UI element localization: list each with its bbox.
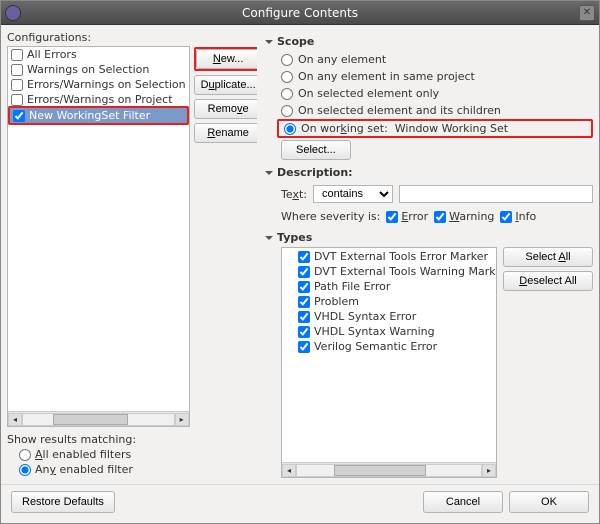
types-item-checkbox[interactable] bbox=[298, 311, 310, 323]
horizontal-scrollbar[interactable]: ◂ ▸ bbox=[8, 411, 189, 426]
config-item[interactable]: Warnings on Selection bbox=[8, 62, 189, 77]
scroll-thumb[interactable] bbox=[334, 465, 426, 476]
severity-label: Where severity is: bbox=[281, 210, 380, 223]
dialog-body: Configurations: All Errors Warnings on S… bbox=[1, 25, 599, 484]
types-list[interactable]: DVT External Tools Error Marker DVT Exte… bbox=[281, 247, 497, 478]
config-item-label: All Errors bbox=[27, 48, 77, 61]
scope-selected-only-radio[interactable] bbox=[281, 88, 293, 100]
matching-all-radio[interactable] bbox=[19, 449, 31, 461]
scroll-thumb[interactable] bbox=[53, 414, 128, 425]
restore-defaults-button[interactable]: Restore Defaults bbox=[11, 491, 115, 513]
config-item[interactable]: Errors/Warnings on Project bbox=[8, 92, 189, 107]
configurations-list[interactable]: All Errors Warnings on Selection Errors/… bbox=[7, 46, 190, 427]
types-item-checkbox[interactable] bbox=[298, 281, 310, 293]
types-item-checkbox[interactable] bbox=[298, 251, 310, 263]
description-text-input[interactable] bbox=[399, 185, 593, 203]
types-item[interactable]: Path File Error bbox=[282, 279, 496, 294]
types-item-checkbox[interactable] bbox=[298, 326, 310, 338]
cancel-button[interactable]: Cancel bbox=[423, 491, 503, 513]
new-button[interactable]: New... bbox=[196, 49, 257, 69]
config-item[interactable]: All Errors bbox=[8, 47, 189, 62]
types-item-label: DVT External Tools Error Marker bbox=[314, 250, 488, 263]
config-item-checkbox[interactable] bbox=[11, 94, 23, 106]
scope-any-radio[interactable] bbox=[281, 54, 293, 66]
types-header[interactable]: Types bbox=[265, 231, 593, 244]
description-header[interactable]: Description: bbox=[265, 166, 593, 179]
types-item-label: VHDL Syntax Error bbox=[314, 310, 416, 323]
configurations-panel: Configurations: All Errors Warnings on S… bbox=[7, 31, 190, 427]
matching-all-label: All enabled filters bbox=[35, 448, 131, 461]
window-title: Configure Contents bbox=[1, 6, 599, 20]
types-item[interactable]: Problem bbox=[282, 294, 496, 309]
scope-any-label: On any element bbox=[298, 53, 386, 66]
types-item-label: Problem bbox=[314, 295, 359, 308]
types-item-label: Verilog Semantic Error bbox=[314, 340, 437, 353]
severity-warning-label: Warning bbox=[449, 210, 494, 223]
config-item-label: New WorkingSet Filter bbox=[29, 109, 150, 122]
config-item-checkbox[interactable] bbox=[11, 64, 23, 76]
config-item-checkbox[interactable] bbox=[11, 79, 23, 91]
severity-error-checkbox[interactable] bbox=[386, 211, 398, 223]
matching-any-radio[interactable] bbox=[19, 464, 31, 476]
configure-contents-dialog: Configure Contents ✕ Configurations: All… bbox=[0, 0, 600, 524]
scope-header[interactable]: Scope bbox=[265, 35, 593, 48]
config-buttons: New... Duplicate... Remove Rename bbox=[194, 47, 257, 427]
rename-button[interactable]: Rename bbox=[194, 123, 257, 143]
select-all-button[interactable]: Select All bbox=[503, 247, 593, 267]
ok-button[interactable]: OK bbox=[509, 491, 589, 513]
scope-same-project-radio[interactable] bbox=[281, 71, 293, 83]
select-working-set-button[interactable]: Select... bbox=[281, 140, 351, 160]
types-item-label: VHDL Syntax Warning bbox=[314, 325, 435, 338]
twistie-icon bbox=[265, 171, 273, 175]
description-text-combo[interactable]: contains bbox=[313, 185, 393, 203]
description-text-label: Text: bbox=[281, 188, 307, 201]
remove-button[interactable]: Remove bbox=[194, 99, 257, 119]
types-item-label: DVT External Tools Warning Marker bbox=[314, 265, 496, 278]
show-results-matching: Show results matching: All enabled filte… bbox=[7, 433, 259, 478]
severity-info-label: Info bbox=[515, 210, 536, 223]
scope-same-project-label: On any element in same project bbox=[298, 70, 475, 83]
types-item-label: Path File Error bbox=[314, 280, 390, 293]
configurations-label: Configurations: bbox=[7, 31, 190, 44]
config-item[interactable]: Errors/Warnings on Selection bbox=[8, 77, 189, 92]
types-item-checkbox[interactable] bbox=[298, 341, 310, 353]
scope-selected-children-radio[interactable] bbox=[281, 105, 293, 117]
scope-working-set-radio[interactable] bbox=[284, 123, 296, 135]
twistie-icon bbox=[265, 236, 273, 240]
dialog-footer: Restore Defaults Cancel OK bbox=[1, 484, 599, 523]
titlebar[interactable]: Configure Contents ✕ bbox=[1, 1, 599, 25]
config-item-checkbox[interactable] bbox=[11, 49, 23, 61]
scope-selected-children-label: On selected element and its children bbox=[298, 104, 501, 117]
scope-working-set-label: On working set: Window Working Set bbox=[301, 122, 508, 135]
scroll-right-icon[interactable]: ▸ bbox=[482, 464, 496, 477]
deselect-all-button[interactable]: Deselect All bbox=[503, 271, 593, 291]
twistie-icon bbox=[265, 40, 273, 44]
scroll-right-icon[interactable]: ▸ bbox=[175, 413, 189, 426]
types-item-checkbox[interactable] bbox=[298, 296, 310, 308]
types-item[interactable]: VHDL Syntax Error bbox=[282, 309, 496, 324]
types-item[interactable]: Verilog Semantic Error bbox=[282, 339, 496, 354]
severity-warning-checkbox[interactable] bbox=[434, 211, 446, 223]
types-item-checkbox[interactable] bbox=[298, 266, 310, 278]
config-item-checkbox[interactable] bbox=[13, 110, 25, 122]
severity-error-label: Error bbox=[401, 210, 428, 223]
app-icon bbox=[5, 5, 21, 21]
horizontal-scrollbar[interactable]: ◂ ▸ bbox=[282, 462, 496, 477]
types-item[interactable]: VHDL Syntax Warning bbox=[282, 324, 496, 339]
config-item-label: Warnings on Selection bbox=[27, 63, 149, 76]
severity-info-checkbox[interactable] bbox=[500, 211, 512, 223]
right-panel: Scope On any element On any element in s… bbox=[265, 31, 593, 478]
scope-selected-only-label: On selected element only bbox=[298, 87, 439, 100]
config-item-selected[interactable]: New WorkingSet Filter bbox=[10, 108, 187, 123]
close-icon[interactable]: ✕ bbox=[579, 5, 595, 21]
matching-label: Show results matching: bbox=[7, 433, 259, 446]
types-item[interactable]: DVT External Tools Error Marker bbox=[282, 249, 496, 264]
config-item-label: Errors/Warnings on Selection bbox=[27, 78, 186, 91]
scroll-left-icon[interactable]: ◂ bbox=[8, 413, 22, 426]
duplicate-button[interactable]: Duplicate... bbox=[194, 75, 257, 95]
types-item[interactable]: DVT External Tools Warning Marker bbox=[282, 264, 496, 279]
config-item-label: Errors/Warnings on Project bbox=[27, 93, 173, 106]
scroll-left-icon[interactable]: ◂ bbox=[282, 464, 296, 477]
matching-any-label: Any enabled filter bbox=[35, 463, 133, 476]
